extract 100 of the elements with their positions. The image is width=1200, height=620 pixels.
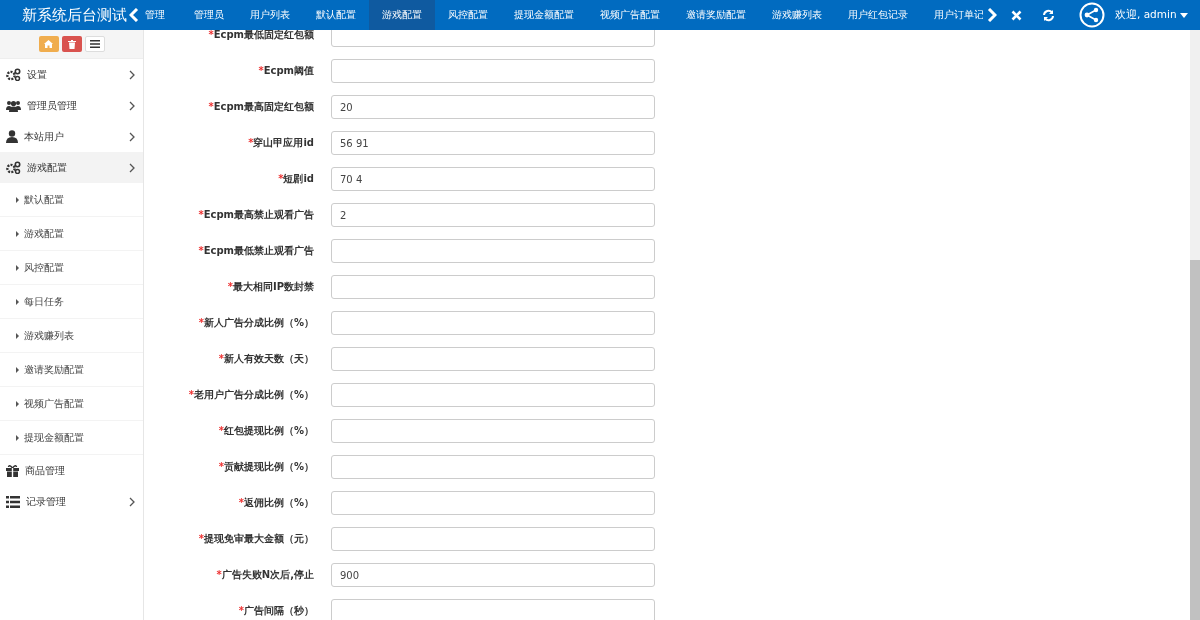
caret-right-icon bbox=[16, 332, 19, 339]
submenu-item[interactable]: 游戏配置 bbox=[0, 217, 143, 251]
list-icon bbox=[6, 495, 20, 508]
sidebar-item-label: 本站用户 bbox=[24, 129, 65, 144]
field-label: 贡献提现比例（%） bbox=[223, 461, 314, 472]
input-field[interactable] bbox=[331, 383, 655, 407]
caret-right-icon bbox=[16, 298, 19, 305]
chevron-left-icon bbox=[129, 8, 139, 22]
sidebar-item-label: 设置 bbox=[27, 67, 48, 82]
required-mark: * bbox=[208, 30, 214, 40]
required-mark: * bbox=[238, 605, 244, 616]
user-menu[interactable]: 欢迎, admin bbox=[1109, 7, 1194, 23]
nav-tab[interactable]: 管理 bbox=[143, 0, 181, 30]
sidebar-item-label: 记录管理 bbox=[26, 494, 67, 509]
required-mark: * bbox=[227, 281, 233, 292]
nav-tab[interactable]: 管理员 bbox=[181, 0, 237, 30]
field-label: 红包提现比例（%） bbox=[223, 425, 314, 436]
input-field[interactable] bbox=[331, 239, 655, 263]
required-mark: * bbox=[218, 425, 224, 436]
field-label: Ecpm最低固定红包额 bbox=[213, 30, 314, 40]
input-field[interactable] bbox=[331, 491, 655, 515]
nav-tab[interactable]: 游戏赚列表 bbox=[759, 0, 835, 30]
submenu-item[interactable]: 游戏赚列表 bbox=[0, 319, 143, 353]
input-field[interactable] bbox=[331, 59, 655, 83]
chevron-right-icon bbox=[129, 100, 135, 111]
input-field[interactable]: 70 4 bbox=[331, 167, 655, 191]
input-field[interactable]: 56 91 bbox=[331, 131, 655, 155]
sidebar-item[interactable]: 本站用户 bbox=[0, 121, 143, 152]
input-field[interactable] bbox=[331, 419, 655, 443]
input-field[interactable] bbox=[331, 599, 655, 620]
nav-tab[interactable]: 默认配置 bbox=[303, 0, 369, 30]
field-label: 提现免审最大金额（元） bbox=[204, 533, 314, 544]
nav-tab[interactable]: 提现金额配置 bbox=[501, 0, 587, 30]
submenu-item[interactable]: 每日任务 bbox=[0, 285, 143, 319]
chevron-right-icon bbox=[129, 496, 135, 507]
input-field[interactable] bbox=[331, 455, 655, 479]
trash-icon bbox=[67, 39, 76, 49]
caret-right-icon bbox=[16, 400, 19, 407]
sidebar-item-label: 商品管理 bbox=[25, 463, 66, 478]
app-title: 新系统后台测试 bbox=[21, 5, 125, 25]
sidebar-item-label: 游戏配置 bbox=[27, 160, 68, 175]
gift-icon bbox=[6, 464, 19, 477]
required-mark: * bbox=[198, 317, 204, 328]
required-mark: * bbox=[198, 209, 204, 220]
submenu-item[interactable]: 视频广告配置 bbox=[0, 387, 143, 421]
chevron-right-icon bbox=[987, 8, 997, 22]
submenu-item[interactable]: 风控配置 bbox=[0, 251, 143, 285]
sidebar-item[interactable]: 设置 bbox=[0, 59, 143, 90]
list-button[interactable] bbox=[84, 36, 105, 52]
input-field[interactable] bbox=[331, 347, 655, 371]
sidebar-item[interactable]: 游戏配置 bbox=[0, 152, 143, 183]
user-icon bbox=[6, 130, 18, 143]
nav-tab[interactable]: 风控配置 bbox=[435, 0, 501, 30]
sidebar-item[interactable]: 记录管理 bbox=[0, 486, 143, 517]
nav-tab[interactable]: 用户红包记录 bbox=[835, 0, 921, 30]
required-mark: * bbox=[188, 389, 194, 400]
input-field[interactable]: 900 bbox=[331, 563, 655, 587]
caret-right-icon bbox=[16, 264, 19, 271]
field-label: 广告间隔（秒） bbox=[244, 605, 314, 616]
required-mark: * bbox=[216, 569, 222, 580]
field-label: Ecpm阈值 bbox=[263, 65, 314, 76]
field-label: 老用户广告分成比例（%） bbox=[193, 389, 314, 400]
field-label: 最大相同IP数封禁 bbox=[232, 281, 314, 292]
nav-tab[interactable]: 用户订单记 bbox=[921, 0, 983, 30]
input-field[interactable]: 2 bbox=[331, 203, 655, 227]
required-mark: * bbox=[198, 245, 204, 256]
input-field[interactable]: 20 bbox=[331, 95, 655, 119]
caret-right-icon bbox=[16, 434, 19, 441]
input-field[interactable] bbox=[331, 311, 655, 335]
home-button[interactable] bbox=[38, 36, 59, 52]
submenu-item[interactable]: 邀请奖励配置 bbox=[0, 353, 143, 387]
field-label: 新人有效天数（天） bbox=[224, 353, 314, 364]
input-field[interactable] bbox=[331, 30, 655, 47]
nav-tab[interactable]: 邀请奖励配置 bbox=[673, 0, 759, 30]
sidebar-item[interactable]: 商品管理 bbox=[0, 455, 143, 486]
sidebar-item[interactable]: 管理员管理 bbox=[0, 90, 143, 121]
input-field[interactable] bbox=[331, 527, 655, 551]
required-mark: * bbox=[198, 533, 204, 544]
required-mark: * bbox=[258, 65, 264, 76]
close-icon bbox=[1011, 9, 1022, 21]
field-label: 短剧id bbox=[283, 173, 314, 184]
field-label: Ecpm最高固定红包额 bbox=[213, 101, 314, 112]
gears-icon bbox=[6, 161, 21, 174]
required-mark: * bbox=[208, 101, 214, 112]
users-icon bbox=[6, 99, 21, 112]
caret-right-icon bbox=[16, 230, 19, 237]
nav-tab[interactable]: 游戏配置 bbox=[369, 0, 435, 30]
submenu-item[interactable]: 提现金额配置 bbox=[0, 421, 143, 455]
field-label: Ecpm最低禁止观看广告 bbox=[203, 245, 314, 256]
input-field[interactable] bbox=[331, 275, 655, 299]
delete-button[interactable] bbox=[61, 36, 82, 52]
gears-icon bbox=[6, 68, 21, 81]
submenu-item[interactable]: 默认配置 bbox=[0, 183, 143, 217]
nav-tab[interactable]: 视频广告配置 bbox=[587, 0, 673, 30]
list-icon bbox=[89, 40, 100, 48]
field-label: 新人广告分成比例（%） bbox=[203, 317, 314, 328]
caret-right-icon bbox=[16, 366, 19, 373]
scrollbar-thumb[interactable] bbox=[1190, 260, 1200, 620]
nav-tab[interactable]: 用户列表 bbox=[237, 0, 303, 30]
field-label: 广告失败N次后,停止 bbox=[221, 569, 314, 580]
